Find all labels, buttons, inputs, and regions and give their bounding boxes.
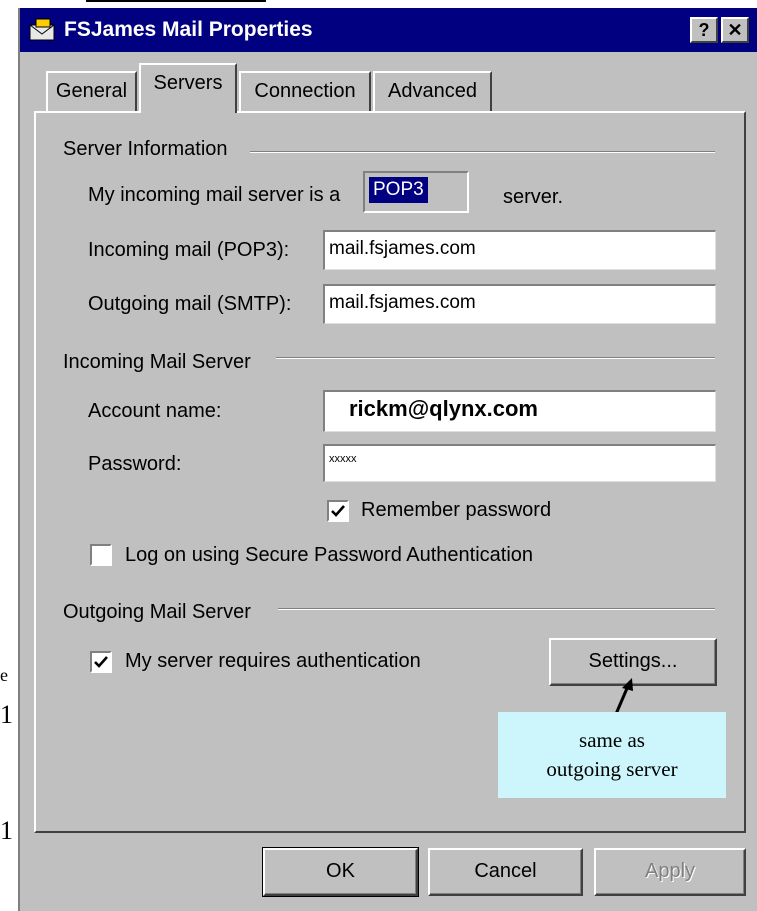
checkmark-icon bbox=[94, 656, 108, 668]
server-requires-auth-label: My server requires authentication bbox=[125, 650, 421, 672]
group-label-incoming-mail-server: Incoming Mail Server bbox=[63, 351, 257, 374]
secure-password-auth-label: Log on using Secure Password Authenticat… bbox=[125, 544, 534, 566]
group-label-outgoing-mail-server: Outgoing Mail Server bbox=[63, 601, 257, 624]
group-divider bbox=[278, 608, 715, 610]
group-divider bbox=[276, 357, 715, 359]
outgoing-mail-field[interactable]: mail.fsjames.com bbox=[323, 284, 716, 324]
secure-password-auth-checkbox[interactable] bbox=[90, 544, 112, 566]
annotation-line-2: outgoing server bbox=[546, 757, 678, 781]
account-name-label: Account name: bbox=[88, 400, 222, 422]
ok-button[interactable]: OK bbox=[262, 847, 419, 897]
server-requires-auth-checkbox[interactable] bbox=[90, 651, 112, 673]
checkmark-icon bbox=[331, 505, 345, 517]
group-label-server-information: Server Information bbox=[63, 138, 234, 161]
remember-password-checkbox[interactable] bbox=[327, 500, 349, 522]
outgoing-mail-label: Outgoing mail (SMTP): bbox=[88, 293, 292, 315]
incoming-mail-label: Incoming mail (POP3): bbox=[88, 239, 290, 261]
remember-password-label: Remember password bbox=[361, 499, 552, 521]
group-divider bbox=[250, 151, 715, 153]
annotation-line-1: same as bbox=[579, 728, 645, 752]
incoming-type-label: My incoming mail server is a bbox=[88, 184, 341, 206]
incoming-server-type-value: POP3 bbox=[369, 177, 428, 203]
incoming-mail-field[interactable]: mail.fsjames.com bbox=[323, 230, 716, 270]
password-field[interactable]: xxxxx bbox=[323, 444, 716, 482]
password-label: Password: bbox=[88, 453, 182, 475]
annotation-callout: same as outgoing server bbox=[498, 712, 726, 798]
incoming-type-suffix: server. bbox=[503, 186, 564, 208]
incoming-server-type-select[interactable]: POP3 bbox=[363, 171, 469, 213]
apply-button[interactable]: Apply bbox=[594, 848, 746, 896]
account-name-field[interactable]: rickm@qlynx.com bbox=[323, 390, 716, 432]
cancel-button[interactable]: Cancel bbox=[428, 848, 583, 896]
